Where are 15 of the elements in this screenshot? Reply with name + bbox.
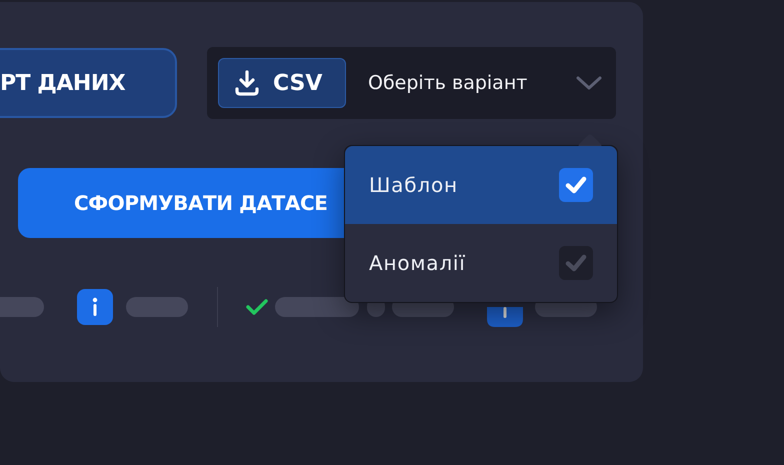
info-icon [487,307,523,327]
download-icon [235,70,259,96]
export-button[interactable]: РТ ДАНИХ [0,48,177,118]
checkbox[interactable] [559,168,593,202]
chevron-down-icon [576,76,602,90]
info-icon [77,289,113,325]
checkbox[interactable] [559,246,593,280]
selector-label: Оберіть варіант [368,72,528,94]
skeleton-bar [126,297,188,317]
item-label: Шаблон [369,173,458,197]
item-label: Аномалії [369,251,466,275]
format-selector[interactable]: CSV Оберіть варіант [207,47,616,119]
check-icon [246,298,268,316]
dropdown-item[interactable]: Шаблон [345,146,617,224]
csv-button[interactable]: CSV [218,58,346,108]
